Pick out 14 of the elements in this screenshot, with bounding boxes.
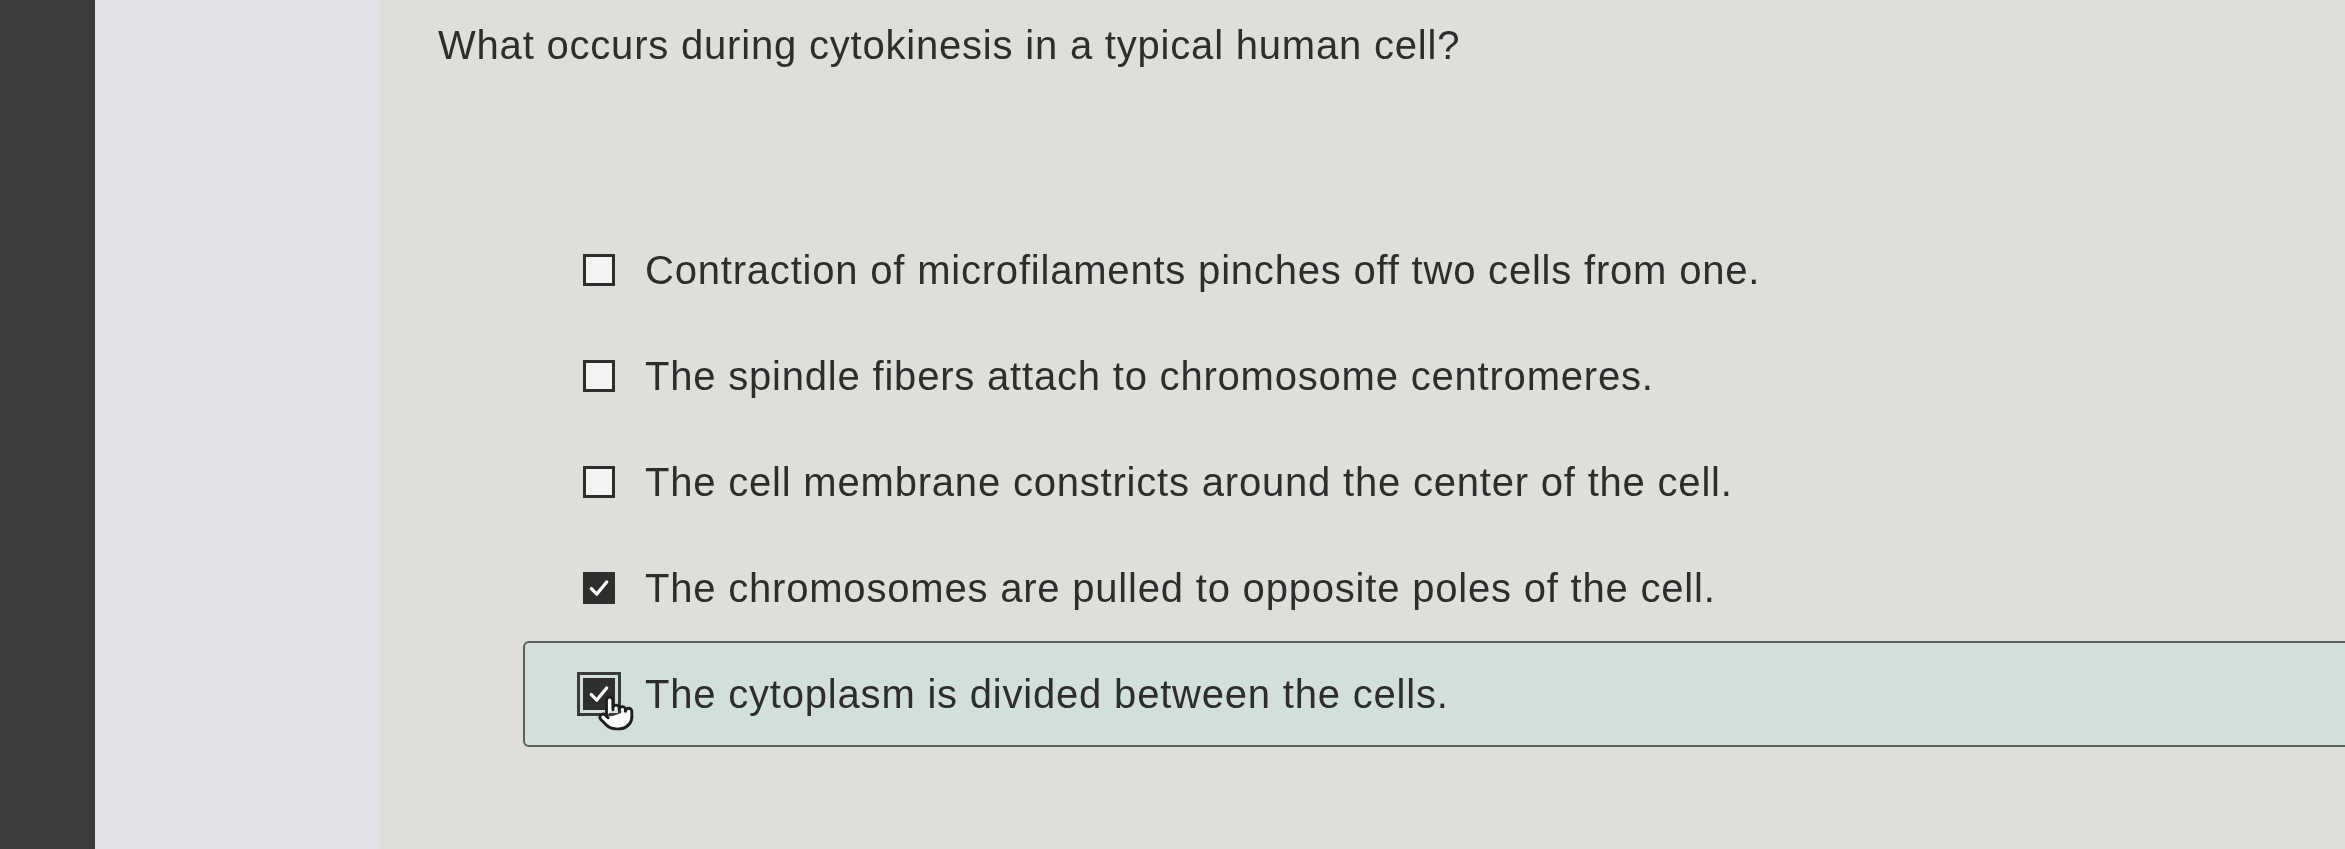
checkbox[interactable] (583, 466, 615, 498)
check-icon (588, 683, 610, 705)
option-label: The chromosomes are pulled to opposite poles of the cell. (645, 565, 1716, 612)
check-icon (588, 577, 610, 599)
checkbox[interactable] (583, 254, 615, 286)
option-label: The cell membrane constricts around the center of the cell. (645, 459, 1733, 506)
option-label: Contraction of microfilaments pinches off two cells from one. (645, 247, 1761, 294)
option-label: The cytoplasm is divided between the cells. (645, 671, 1449, 718)
option-label: The spindle fibers attach to chromosome centromeres. (645, 353, 1654, 400)
answer-option-highlighted[interactable]: The cytoplasm is divided between the cells. (523, 641, 2345, 747)
hand-cursor-icon (597, 694, 635, 732)
question-text: What occurs during cytokinesis in a typical human cell? (438, 22, 1461, 69)
checkbox[interactable] (583, 360, 615, 392)
checkbox[interactable] (583, 572, 615, 604)
